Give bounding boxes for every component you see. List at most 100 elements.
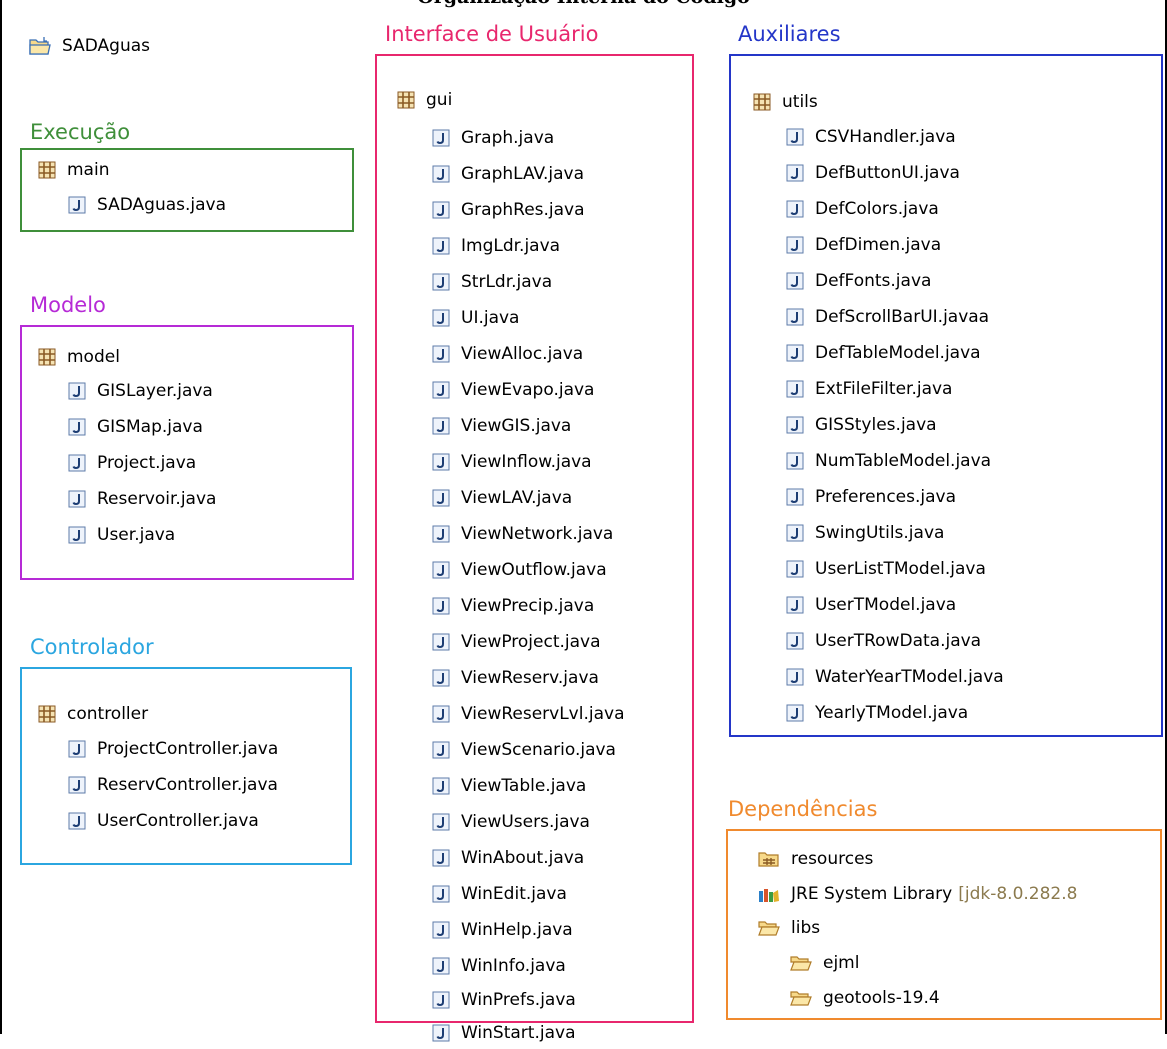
file-row[interactable]: WinInfo.java (432, 950, 566, 982)
file-label: WinAbout.java (461, 848, 585, 868)
java-file-icon (68, 454, 86, 472)
java-file-icon (786, 272, 804, 290)
file-row[interactable]: ExtFileFilter.java (786, 373, 952, 405)
file-row[interactable]: WinAbout.java (432, 842, 584, 874)
file-label: GraphRes.java (461, 200, 585, 220)
file-row[interactable]: UserTModel.java (786, 589, 956, 621)
java-file-icon (432, 991, 450, 1009)
file-label: DefButtonUI.java (815, 163, 960, 183)
file-row[interactable]: UserTRowData.java (786, 625, 981, 657)
file-row[interactable]: WinHelp.java (432, 914, 573, 946)
file-row[interactable]: WinEdit.java (432, 878, 567, 910)
file-row[interactable]: YearlyTModel.java (786, 697, 968, 729)
file-row[interactable]: Reservoir.java (68, 483, 216, 515)
file-row[interactable]: ViewReservLvl.java (432, 698, 625, 730)
file-row[interactable]: DefButtonUI.java (786, 157, 960, 189)
package-model[interactable]: model (38, 341, 120, 373)
file-label: DefFonts.java (815, 271, 932, 291)
file-row[interactable]: ViewGIS.java (432, 410, 571, 442)
jre-library[interactable]: JRE System Library [jdk-8.0.282.8 (758, 878, 1077, 910)
package-label: main (67, 160, 110, 180)
file-row[interactable]: ViewNetwork.java (432, 518, 613, 550)
file-label: WinStart.java (461, 1023, 576, 1043)
libs-folder[interactable]: libs (758, 912, 820, 944)
file-label: YearlyTModel.java (815, 703, 969, 723)
file-label: ReservController.java (97, 775, 278, 795)
file-row[interactable]: UserController.java (68, 805, 259, 837)
java-file-icon (786, 128, 804, 146)
lib-folder-geotools[interactable]: geotools-19.4 (790, 982, 940, 1014)
file-row[interactable]: DefColors.java (786, 193, 939, 225)
package-gui[interactable]: gui (397, 84, 452, 116)
package-controller[interactable]: controller (38, 698, 148, 730)
package-main[interactable]: main (38, 154, 109, 186)
file-row[interactable]: ViewInflow.java (432, 446, 592, 478)
lib-folder-ejml[interactable]: ejml (790, 947, 859, 979)
file-row[interactable]: SADAguas.java (68, 189, 226, 221)
file-row[interactable]: DefScrollBarUI.javaa (786, 301, 989, 333)
file-label: GraphLAV.java (461, 164, 585, 184)
file-row[interactable]: ViewPrecip.java (432, 590, 594, 622)
java-file-icon (432, 129, 450, 147)
file-row[interactable]: CSVHandler.java (786, 121, 956, 153)
file-row[interactable]: SwingUtils.java (786, 517, 944, 549)
file-label: ViewPrecip.java (461, 596, 595, 616)
file-label: UserTRowData.java (815, 631, 982, 651)
file-row[interactable]: GISStyles.java (786, 409, 937, 441)
file-row[interactable]: Preferences.java (786, 481, 956, 513)
resources-folder[interactable]: resources (758, 843, 873, 875)
package-utils[interactable]: utils (753, 86, 818, 118)
file-row[interactable]: UI.java (432, 302, 519, 334)
file-row[interactable]: ViewOutflow.java (432, 554, 607, 586)
file-row[interactable]: WaterYearTModel.java (786, 661, 1004, 693)
java-file-icon (786, 164, 804, 182)
resources-label: resources (791, 849, 874, 869)
file-row[interactable]: GISLayer.java (68, 375, 213, 407)
file-row[interactable]: ViewProject.java (432, 626, 601, 658)
file-row[interactable]: DefFonts.java (786, 265, 931, 297)
project-root[interactable]: SADAguas (29, 30, 150, 62)
file-row[interactable]: WinStart.java (432, 1017, 575, 1049)
project-name: SADAguas (62, 36, 150, 56)
file-row[interactable]: ProjectController.java (68, 733, 278, 765)
lib-folder-label: geotools-19.4 (823, 988, 940, 1008)
file-row[interactable]: ViewEvapo.java (432, 374, 594, 406)
java-file-icon (786, 236, 804, 254)
file-row[interactable]: ReservController.java (68, 769, 278, 801)
java-file-icon (432, 741, 450, 759)
file-row[interactable]: ViewReserv.java (432, 662, 599, 694)
package-icon (397, 91, 415, 109)
file-row[interactable]: Project.java (68, 447, 196, 479)
file-row[interactable]: GraphLAV.java (432, 158, 584, 190)
java-file-icon (432, 165, 450, 183)
java-file-icon (68, 382, 86, 400)
title-execucao: Execução (30, 120, 131, 144)
project-folder-icon (29, 36, 51, 56)
file-row[interactable]: StrLdr.java (432, 266, 552, 298)
library-books-icon (758, 885, 780, 903)
file-row[interactable]: UserListTModel.java (786, 553, 986, 585)
file-row[interactable]: ViewTable.java (432, 770, 586, 802)
java-file-icon (432, 489, 450, 507)
file-row[interactable]: DefTableModel.java (786, 337, 981, 369)
top-title: Organização Interna do Código (0, 0, 1167, 8)
file-label: ExtFileFilter.java (815, 379, 953, 399)
file-row[interactable]: ViewUsers.java (432, 806, 590, 838)
file-row[interactable]: ViewScenario.java (432, 734, 616, 766)
file-label: ProjectController.java (97, 739, 279, 759)
file-row[interactable]: GraphRes.java (432, 194, 585, 226)
file-row[interactable]: ViewAlloc.java (432, 338, 583, 370)
file-label: SwingUtils.java (815, 523, 945, 543)
file-label: WinHelp.java (461, 920, 573, 940)
file-row[interactable]: Graph.java (432, 122, 554, 154)
file-row[interactable]: DefDimen.java (786, 229, 941, 261)
file-row[interactable]: GISMap.java (68, 411, 203, 443)
file-label: ViewReserv.java (461, 668, 599, 688)
file-row[interactable]: WinPrefs.java (432, 984, 576, 1016)
file-row[interactable]: ViewLAV.java (432, 482, 572, 514)
file-row[interactable]: User.java (68, 519, 175, 551)
file-row[interactable]: NumTableModel.java (786, 445, 991, 477)
file-row[interactable]: ImgLdr.java (432, 230, 560, 262)
title-interface: Interface de Usuário (385, 22, 599, 46)
java-file-icon (432, 921, 450, 939)
